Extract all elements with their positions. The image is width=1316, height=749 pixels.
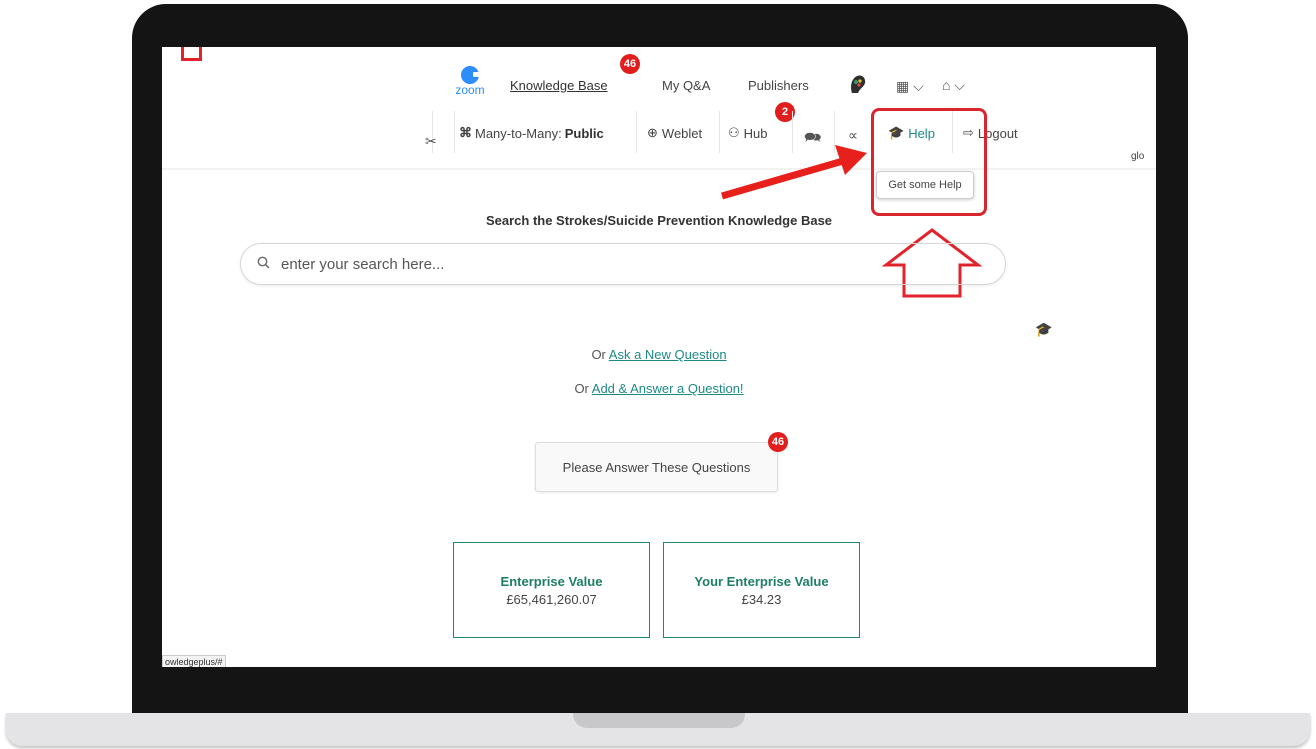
search-bar[interactable] xyxy=(240,243,1006,285)
add-answer-link[interactable]: Add & Answer a Question! xyxy=(592,381,744,396)
search-input[interactable] xyxy=(279,254,883,274)
annotation-help-box xyxy=(871,108,987,216)
enterprise-value-card: Enterprise Value £65,461,260.07 xyxy=(453,542,650,638)
your-enterprise-value-card: Your Enterprise Value £34.23 xyxy=(663,542,860,638)
header-divider xyxy=(162,168,1156,170)
help-tooltip: Get some Help xyxy=(876,171,974,199)
many-to-many-icon: ⌘ xyxy=(459,125,472,140)
zoom-logo[interactable]: zoom xyxy=(454,66,486,102)
screen: zoom Knowledge Base 46 My Q&A Publishers… xyxy=(162,47,1156,667)
globe-icon: ⊕ xyxy=(647,125,658,140)
add-line: Or Add & Answer a Question! xyxy=(162,381,1156,396)
ask-line: Or Ask a New Question xyxy=(162,347,1156,362)
kb-badge: 46 xyxy=(620,54,640,74)
many-to-many-label: Many-to-Many: xyxy=(475,125,562,141)
nav-weblet[interactable]: ⊕ Weblet xyxy=(647,125,702,141)
card-title: Your Enterprise Value xyxy=(694,573,829,589)
card-value: £65,461,260.07 xyxy=(506,591,597,607)
zoom-logo-icon xyxy=(461,66,480,84)
search-icon xyxy=(257,256,270,272)
answer-badge: 46 xyxy=(768,432,788,452)
many-to-many-toggle[interactable]: ⌘ Many-to-Many: Public xyxy=(459,125,604,141)
brain-icon[interactable] xyxy=(848,73,868,101)
nav-knowledge-base[interactable]: Knowledge Base xyxy=(510,78,608,93)
zoom-logo-text: zoom xyxy=(455,83,485,97)
tools-icon[interactable]: ✂ xyxy=(425,133,437,150)
ask-question-link[interactable]: Ask a New Question xyxy=(609,347,727,362)
many-to-many-value: Public xyxy=(564,125,604,141)
annotation-square xyxy=(181,47,202,61)
or-label: Or xyxy=(591,347,609,362)
glo-text: glo xyxy=(1131,151,1145,162)
home-menu-icon[interactable]: ⌂ ⌵ xyxy=(942,77,965,94)
weblet-label: Weblet xyxy=(661,125,703,141)
answer-questions-button[interactable]: Please Answer These Questions xyxy=(535,442,778,492)
search-title: Search the Strokes/Suicide Prevention Kn… xyxy=(485,213,833,228)
status-url: owledgeplus/# xyxy=(162,655,226,667)
card-value: £34.23 xyxy=(741,591,782,607)
graduation-cap-icon: 🎓 xyxy=(1035,321,1053,337)
laptop-notch xyxy=(573,713,745,728)
card-title: Enterprise Value xyxy=(500,573,603,589)
nav-publishers[interactable]: Publishers xyxy=(748,78,809,93)
nav-my-qa[interactable]: My Q&A xyxy=(662,78,710,93)
grid-menu-icon[interactable]: ▦ ⌵ xyxy=(896,78,924,95)
annotation-arrow-icon xyxy=(721,145,867,200)
or-label: Or xyxy=(574,381,592,396)
